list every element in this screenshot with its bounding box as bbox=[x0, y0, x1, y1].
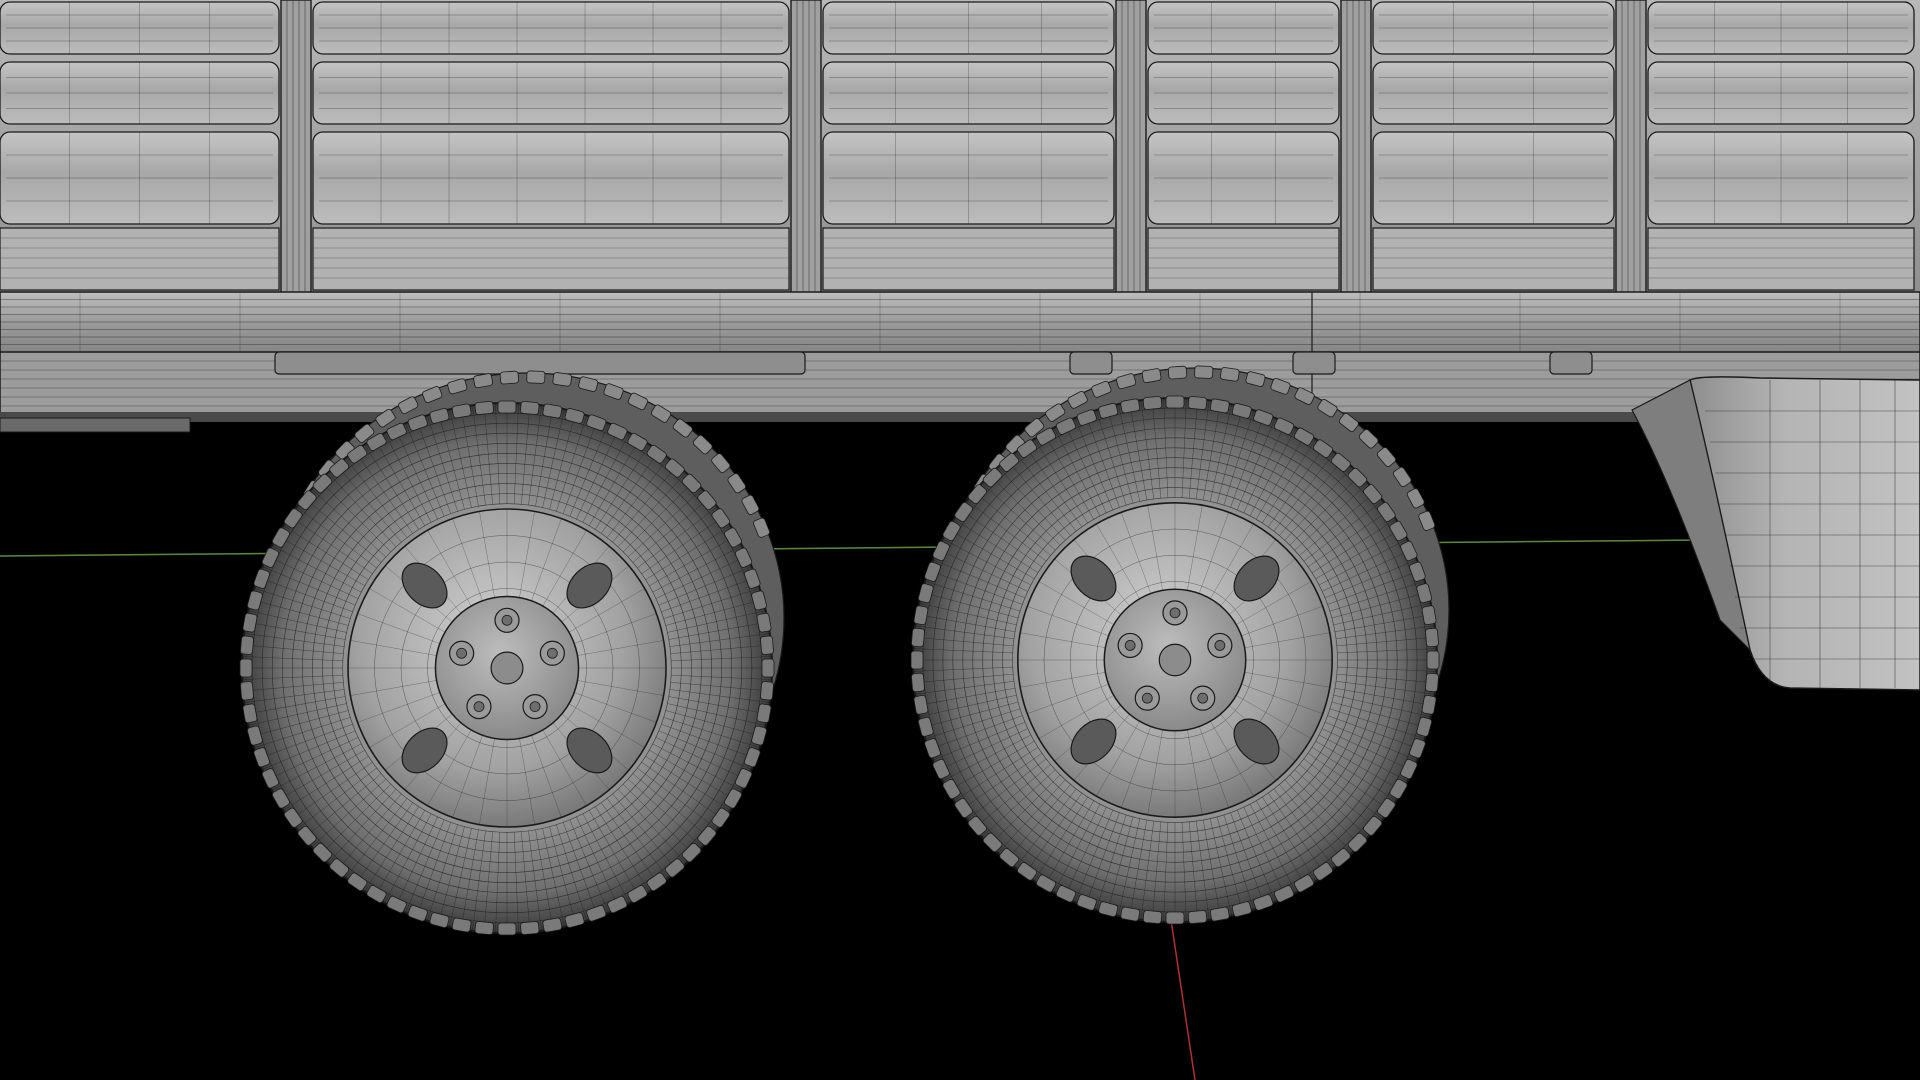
hub-center-cap bbox=[490, 651, 524, 685]
3d-viewport[interactable] bbox=[0, 0, 1920, 1080]
under-frame-left-tab bbox=[0, 417, 191, 433]
side-panel-lower bbox=[822, 227, 1115, 291]
rail-bracket bbox=[1069, 351, 1113, 375]
rear-fender[interactable] bbox=[1631, 376, 1920, 691]
side-panel-lower bbox=[312, 227, 790, 291]
under-frame bbox=[0, 412, 1920, 422]
wheel-set[interactable] bbox=[239, 365, 1450, 936]
rail-bracket bbox=[1549, 351, 1593, 375]
rail-bracket bbox=[274, 351, 806, 375]
grid-axis-x bbox=[0, 539, 1701, 557]
viewport-canvas[interactable] bbox=[0, 0, 1920, 1080]
trailer-body[interactable] bbox=[0, 0, 1920, 433]
stake-post bbox=[1340, 0, 1372, 296]
rail-bracket bbox=[1292, 351, 1336, 375]
side-panel-lower bbox=[1372, 227, 1615, 291]
side-panel-lower bbox=[1647, 227, 1915, 291]
front-wheel[interactable] bbox=[239, 370, 785, 936]
stake-post bbox=[1615, 0, 1647, 296]
rear-wheel[interactable] bbox=[910, 365, 1450, 925]
side-panel-lower bbox=[0, 227, 280, 291]
stake-post bbox=[1115, 0, 1147, 296]
stake-post bbox=[790, 0, 822, 296]
side-panel-lower bbox=[1147, 227, 1340, 291]
hub-center-cap bbox=[1158, 643, 1192, 677]
stake-post bbox=[280, 0, 312, 296]
